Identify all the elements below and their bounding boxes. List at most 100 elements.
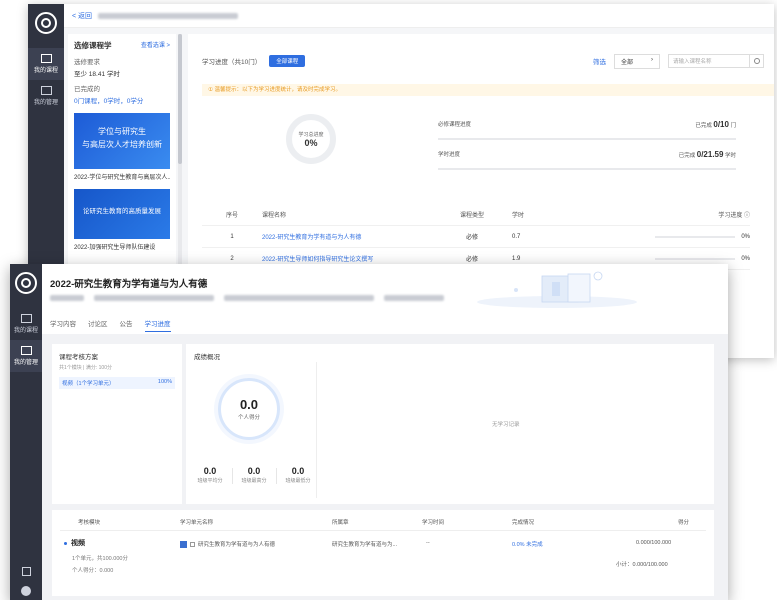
progress-unit: 学时	[724, 153, 736, 159]
total-progress-ring: 学习总进度 0%	[286, 114, 336, 164]
completed-label: 已完成的	[74, 86, 100, 93]
search-button[interactable]	[749, 55, 763, 67]
column-header: 课程名称	[262, 213, 287, 219]
rail-item-my-courses[interactable]: 我的课程	[28, 48, 64, 80]
column-header: 学习时间	[422, 520, 445, 526]
score-overview-card: 成绩概况 0.0 个人得分 0.0 班级平均分 0.0 班级最高分 0.0 班级…	[186, 344, 714, 504]
course-link[interactable]: 2022-研究生教育为学有道与为人有德	[262, 232, 432, 241]
progress-label: 学时进度	[438, 152, 461, 158]
course-link[interactable]: 2022-研究生导师如何指导研究生论文撰写	[262, 254, 432, 263]
divider	[316, 362, 317, 498]
all-courses-button[interactable]: 全部课程	[269, 55, 306, 67]
course-header: 2022-研究生教育为学有道与为人有德 学习内容 讨论区 公告 学习进度	[42, 264, 728, 334]
personal-score-ring: 0.0 个人得分	[218, 378, 280, 440]
bullet-icon	[64, 541, 67, 545]
panel-title: 选修课程学 查看选课 >	[74, 40, 170, 51]
progress-text: 0%	[741, 255, 750, 262]
class-lowest-stat: 0.0 班级最低分	[278, 466, 318, 484]
left-rail: 我的课程 我的管理	[10, 264, 42, 600]
search-input[interactable]: 请输入课程名称	[668, 54, 764, 68]
class-highest-stat: 0.0 班级最高分	[234, 466, 274, 484]
progress-prefix: 已完成	[678, 153, 696, 159]
rail-item-label: 我的管理	[33, 100, 58, 106]
folder-icon	[40, 86, 52, 95]
table-header: 序号 课程名称 课程类型 学时 学习进度 ⓘ	[202, 204, 750, 226]
ring-label: 学习总进度	[298, 131, 324, 138]
progress-value: 已完成 0/10 门	[695, 120, 736, 129]
divider	[60, 530, 706, 531]
course-meta-blurred	[50, 295, 444, 301]
select-value: 全部	[621, 59, 634, 66]
requirement-value: 至少 18.41 学时	[74, 71, 120, 78]
course-hours: 1.9	[512, 255, 521, 262]
class-average-stat: 0.0 班级平均分	[190, 466, 230, 484]
column-header: 学习单元名称	[180, 520, 214, 526]
avatar[interactable]	[21, 586, 31, 596]
rail-item-management[interactable]: 我的管理	[28, 80, 64, 112]
completion-cell[interactable]: 0.0% 未完成	[512, 540, 543, 548]
requirement-label: 选修要求	[74, 59, 100, 66]
progress-prefix: 已完成	[695, 123, 712, 129]
rail-item-management[interactable]: 我的管理	[10, 340, 42, 372]
banner-line: 学位与研究生	[98, 127, 146, 136]
progress-bar	[438, 168, 736, 170]
stat-value: 0.0	[291, 466, 305, 476]
university-logo-icon	[35, 12, 57, 34]
row-number: 1	[230, 233, 234, 240]
column-header: 学习进度 ⓘ	[718, 213, 750, 219]
progress-number: 0/21.59	[696, 150, 724, 159]
progress-text: 0%	[741, 233, 750, 240]
tab-learning-content[interactable]: 学习内容	[50, 318, 76, 332]
view-selection-link[interactable]: 查看选课 >	[141, 40, 170, 51]
assessment-list-card: 考核模块 学习单元名称 所属章 学习时间 完成情况 得分 视频 1个单元，共10…	[52, 510, 714, 596]
logout-icon[interactable]	[21, 567, 31, 576]
column-header: 课程类型	[459, 213, 484, 219]
tab-learning-progress[interactable]: 学习进度	[144, 318, 171, 332]
stat-value: 0.0	[247, 466, 261, 476]
video-icon	[180, 541, 187, 549]
course-progress: 0%	[622, 256, 750, 262]
progress-unit: 门	[730, 123, 736, 129]
type-select[interactable]: 全部 ›	[614, 53, 660, 69]
course-caption[interactable]: 2022-加强研究生导师队伍建设	[74, 242, 170, 251]
top-bar: < 返回	[64, 4, 774, 28]
progress-value: 已完成 0/21.59 学时	[679, 150, 736, 159]
card-subtitle: 共1个模块 | 满分: 100分	[59, 365, 112, 371]
filter-link[interactable]: 筛选	[593, 56, 606, 66]
book-icon	[20, 314, 32, 323]
course-type: 必修	[465, 235, 478, 241]
unit-name: 研究生教育为学有道与为人有德	[198, 542, 276, 548]
back-link[interactable]: < 返回	[72, 11, 92, 21]
notice-banner: ① 温馨提示：以下为学习进度统计，请及时完成学习。	[202, 84, 774, 96]
course-progress: 0%	[622, 234, 750, 240]
university-logo-icon	[15, 272, 37, 294]
divider	[232, 468, 233, 484]
course-banner[interactable]: 学位与研究生 与高层次人才培养创新	[74, 113, 170, 169]
tab-announcement[interactable]: 公告	[120, 318, 133, 332]
scrollbar-thumb[interactable]	[178, 34, 182, 164]
rail-item-my-courses[interactable]: 我的课程	[10, 308, 42, 340]
front-window: 我的课程 我的管理 2022-研究生教育为学有道与为人有德 学习内容 讨论区 公…	[10, 264, 728, 600]
plan-module-row[interactable]: 视频（1个学习单元） 100%	[59, 377, 175, 389]
rail-bottom	[10, 567, 42, 596]
course-table: 序号 课程名称 课程类型 学时 学习进度 ⓘ 1 2022-研究生教育为学有道与…	[202, 204, 750, 270]
personal-score-label: 个人得分	[237, 415, 260, 421]
module-personal-score: 个人得分：0.000	[72, 568, 114, 574]
course-banner[interactable]: 论研究生教育的高质量发展	[74, 189, 170, 239]
course-type: 必修	[465, 257, 478, 263]
rail-item-label: 我的课程	[13, 328, 38, 334]
lock-icon	[190, 542, 195, 548]
progress-count-label: 学习进度（共10门）	[202, 59, 262, 66]
hours-progress-row: 学时进度 已完成 0/21.59 学时	[438, 150, 736, 170]
rail-item-label: 我的课程	[33, 68, 58, 74]
folder-icon	[20, 346, 32, 355]
course-caption[interactable]: 2022-学位与研究生教育与高层次人...	[74, 172, 170, 181]
progress-bar	[438, 138, 736, 140]
book-icon	[40, 54, 52, 63]
unit-name-cell[interactable]: 研究生教育为学有道与为人有德	[180, 540, 276, 549]
column-header: 考核模块	[78, 520, 101, 526]
tab-discussion[interactable]: 讨论区	[88, 318, 108, 332]
progress-bar	[655, 235, 736, 238]
subtotal-cell: 小计：0.000/100.000	[616, 562, 668, 568]
module-title: 视频	[64, 538, 85, 548]
